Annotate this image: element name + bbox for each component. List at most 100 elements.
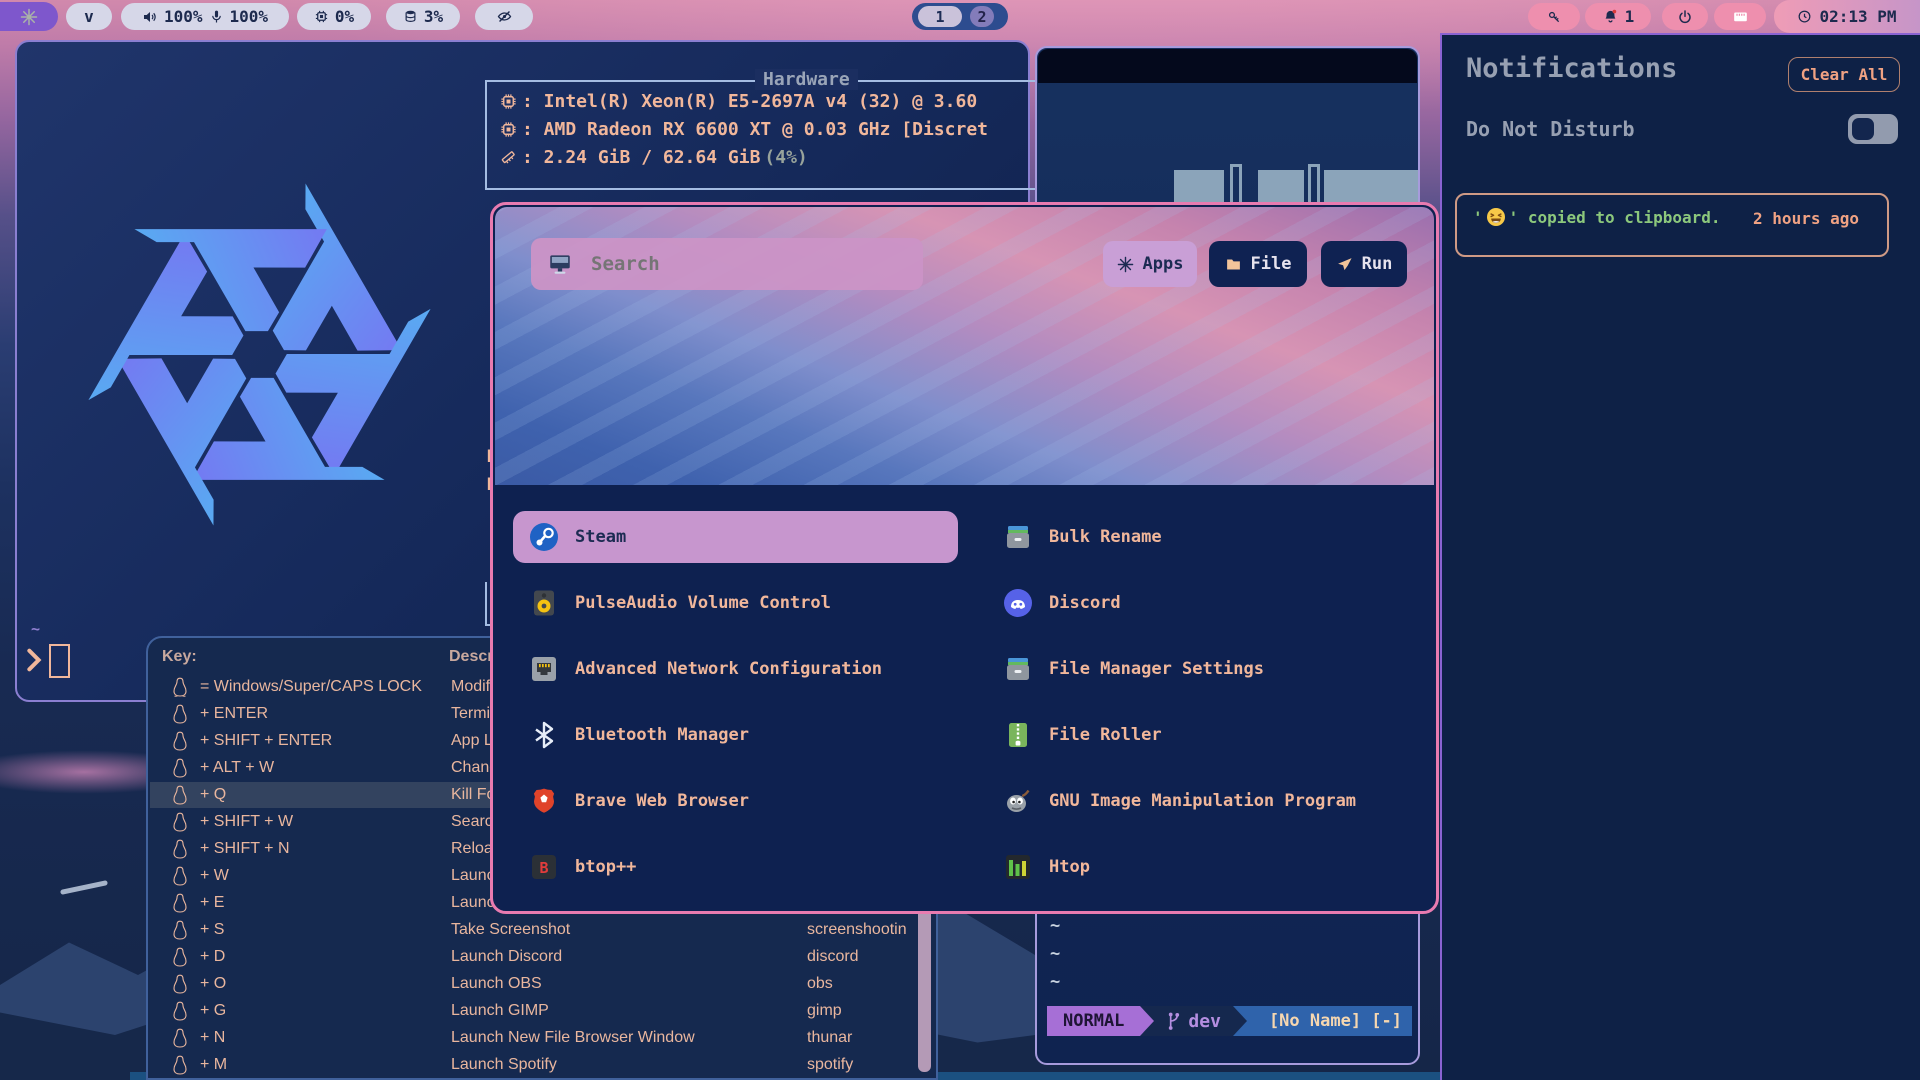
network-pill[interactable]: [1714, 3, 1766, 30]
app-item-brave[interactable]: Brave Web Browser: [513, 775, 958, 827]
keybind-desc: Launch OBS: [451, 975, 542, 993]
vim-statusline: NORMAL dev [No Name] [-]: [1047, 1006, 1412, 1036]
keybind-key: + O: [200, 975, 226, 993]
tux-icon: [172, 812, 188, 832]
vim-tilde: ~: [1050, 944, 1060, 964]
tab-run[interactable]: Run: [1321, 241, 1407, 287]
tab-label: Run: [1362, 254, 1393, 274]
tux-icon: [172, 866, 188, 886]
app-label: GNU Image Manipulation Program: [1049, 791, 1356, 811]
folder-icon: [1225, 256, 1242, 273]
keybind-cmd: obs: [807, 975, 833, 993]
dnd-toggle[interactable]: [1848, 114, 1898, 144]
vim-tilde: ~: [1050, 916, 1060, 936]
app-item-file-manager-settings[interactable]: File Manager Settings: [987, 643, 1423, 695]
clock-pill[interactable]: 02:13 PM: [1774, 0, 1920, 33]
cpu-icon: [314, 9, 329, 24]
app-item-file-roller[interactable]: File Roller: [987, 709, 1423, 761]
ethernet-port-icon: [529, 654, 559, 684]
app-item-network-config[interactable]: Advanced Network Configuration: [513, 643, 958, 695]
tray-key-pill[interactable]: [1528, 3, 1580, 30]
memory-pill[interactable]: 3%: [386, 3, 460, 30]
tux-icon: [172, 1055, 188, 1075]
power-pill[interactable]: [1662, 3, 1708, 30]
gimp-icon: [1003, 786, 1033, 816]
drawer-icon: [1003, 522, 1033, 552]
tux-icon: [172, 1001, 188, 1021]
database-icon: [403, 9, 418, 24]
keybind-cmd: screenshootin: [807, 921, 907, 939]
search-input[interactable]: [589, 252, 873, 276]
app-item-gimp[interactable]: GNU Image Manipulation Program: [987, 775, 1423, 827]
clear-all-button[interactable]: Clear All: [1788, 57, 1900, 92]
hardware-info-box: Hardware : Intel(R) Xeon(R) E5-2697A v4 …: [485, 80, 1049, 190]
app-item-btop[interactable]: B btop++: [513, 841, 958, 893]
keybind-row: + MLaunch Spotifyspotify: [150, 1052, 934, 1078]
keybinds-key-header: Key:: [162, 648, 197, 666]
keybind-desc: Launch Discord: [451, 948, 562, 966]
workspace-indicator: 1 2: [912, 3, 1008, 30]
keybind-row: + DLaunch Discorddiscord: [150, 944, 934, 970]
search-bar[interactable]: [531, 238, 923, 290]
keybind-cmd: thunar: [807, 1029, 852, 1047]
keybind-row: + GLaunch GIMPgimp: [150, 998, 934, 1024]
memory-value: 3%: [424, 7, 443, 26]
notification-message: ' copied to clipboard.: [1509, 208, 1721, 227]
dnd-label: Do Not Disturb: [1466, 117, 1635, 141]
keybind-cmd: spotify: [807, 1056, 853, 1074]
workspace-2[interactable]: 2: [970, 6, 994, 27]
steam-icon: [529, 522, 559, 552]
app-item-pavucontrol[interactable]: PulseAudio Volume Control: [513, 577, 958, 629]
nix-menu-button[interactable]: [0, 2, 58, 31]
speaker-icon: [142, 9, 158, 25]
discord-icon: [1003, 588, 1033, 618]
vim-mode-segment: NORMAL: [1047, 1006, 1140, 1036]
keybind-key: + Q: [200, 786, 226, 804]
hardware-gpu-line: : AMD Radeon RX 6600 XT @ 0.03 GHz [Disc…: [522, 119, 988, 140]
vim-tilde: ~: [1050, 972, 1060, 992]
cpu-pill[interactable]: 0%: [297, 3, 371, 30]
keybind-desc: Modif: [451, 678, 490, 696]
keybind-key: + SHIFT + N: [200, 840, 290, 858]
keybind-desc: Launch New File Browser Window: [451, 1029, 695, 1047]
workspace-1-active[interactable]: 1: [918, 6, 962, 27]
svg-text:B: B: [539, 859, 548, 877]
btop-icon: B: [529, 852, 559, 882]
vim-git-branch: dev: [1188, 1011, 1221, 1032]
version-pill[interactable]: v: [66, 3, 112, 30]
keybind-key: + SHIFT + W: [200, 813, 293, 831]
ethernet-icon: [1731, 7, 1750, 26]
app-item-discord[interactable]: Discord: [987, 577, 1423, 629]
app-item-bluetooth[interactable]: Bluetooth Manager: [513, 709, 958, 761]
app-label: Advanced Network Configuration: [575, 659, 882, 679]
app-label: Brave Web Browser: [575, 791, 749, 811]
drawer-icon: [1003, 654, 1033, 684]
notifications-pill[interactable]: 1: [1585, 3, 1651, 30]
tux-icon: [172, 677, 188, 697]
audio-pill[interactable]: 100% 100%: [121, 3, 289, 30]
screen-hide-pill[interactable]: [475, 3, 533, 30]
snowflake-icon: [20, 8, 38, 26]
app-label: Bulk Rename: [1049, 527, 1162, 547]
statusline-chevron: [1233, 1006, 1247, 1036]
cpu-value: 0%: [335, 7, 354, 26]
tab-apps[interactable]: Apps: [1103, 241, 1197, 287]
tux-icon: [172, 731, 188, 751]
keybind-key: + G: [200, 1002, 226, 1020]
notification-card[interactable]: ' ' copied to clipboard. 2 hours ago: [1455, 193, 1889, 257]
app-label: Htop: [1049, 857, 1090, 877]
tab-file[interactable]: File: [1209, 241, 1307, 287]
mic-icon: [209, 9, 224, 24]
app-item-bulk-rename[interactable]: Bulk Rename: [987, 511, 1423, 563]
keybind-cmd: gimp: [807, 1002, 842, 1020]
keybind-key: + E: [200, 894, 224, 912]
app-item-htop[interactable]: Htop: [987, 841, 1423, 893]
notification-quote-open: ': [1473, 208, 1483, 227]
keybind-desc: Termi: [451, 705, 490, 723]
keybind-key: + ENTER: [200, 705, 268, 723]
app-item-steam[interactable]: Steam: [513, 511, 958, 563]
keybind-desc: Take Screenshot: [451, 921, 570, 939]
tux-icon: [172, 785, 188, 805]
statusline-chevron: [1140, 1006, 1154, 1036]
speaker-box-icon: [529, 588, 559, 618]
